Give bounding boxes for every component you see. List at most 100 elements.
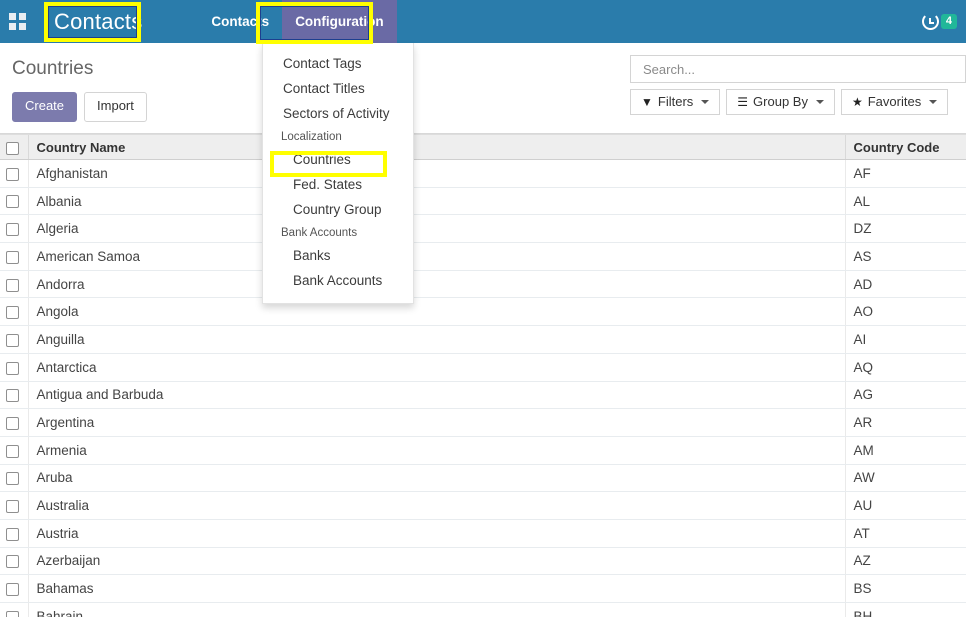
cell-country-name: American Samoa — [27, 242, 845, 271]
search-dropdown-row: ▼ Filters ☰ Group By ★ Favorites — [630, 89, 966, 115]
favorites-label: Favorites — [867, 94, 922, 109]
dropdown-item-country-group[interactable]: Country Group — [263, 197, 413, 222]
table-row[interactable]: Antarctica AQ — [0, 353, 966, 382]
dropdown-item-fed-states[interactable]: Fed. States — [263, 172, 413, 197]
cell-country-name: Afghanistan — [27, 159, 845, 188]
row-checkbox[interactable] — [6, 527, 19, 541]
table-row[interactable]: Afghanistan AF — [0, 159, 966, 188]
table-row[interactable]: Australia AU — [0, 491, 966, 520]
row-checkbox[interactable] — [6, 444, 19, 458]
cell-country-name: Algeria — [27, 214, 845, 244]
dropdown-item-bank-accounts[interactable]: Bank Accounts — [263, 268, 413, 293]
dropdown-item-sectors-of-activity[interactable]: Sectors of Activity — [263, 101, 413, 126]
table-row[interactable]: Algeria DZ — [0, 214, 966, 244]
select-all-checkbox[interactable] — [6, 141, 19, 155]
chevron-down-icon — [929, 99, 938, 104]
column-header-country-code[interactable]: Country Code — [844, 134, 966, 160]
brand-title: Contacts — [54, 8, 143, 34]
row-select-cell — [0, 270, 28, 299]
table-row[interactable]: Bahrain BH — [0, 602, 966, 617]
cell-country-name: Andorra — [27, 270, 845, 299]
table-row[interactable]: Anguilla AI — [0, 325, 966, 354]
row-select-cell — [0, 325, 28, 354]
row-checkbox[interactable] — [6, 472, 19, 486]
row-checkbox[interactable] — [6, 195, 19, 209]
select-all-header — [0, 134, 28, 160]
menu-configuration[interactable]: Configuration — [282, 0, 397, 43]
dropdown-item-contact-titles[interactable]: Contact Titles — [263, 76, 413, 101]
row-select-cell — [0, 187, 28, 216]
row-select-cell — [0, 159, 28, 188]
activities-button[interactable]: 4 — [921, 13, 957, 30]
table-row[interactable]: Argentina AR — [0, 408, 966, 437]
groupby-button[interactable]: ☰ Group By — [726, 89, 835, 115]
row-checkbox[interactable] — [6, 306, 19, 320]
row-select-cell — [0, 297, 28, 327]
row-checkbox[interactable] — [6, 583, 19, 597]
apps-grid-icon[interactable] — [0, 0, 34, 43]
table-row[interactable]: Armenia AM — [0, 436, 966, 465]
row-select-cell — [0, 519, 28, 548]
cell-country-code: AQ — [844, 353, 966, 382]
table-row[interactable]: Austria AT — [0, 519, 966, 548]
row-checkbox[interactable] — [6, 610, 19, 617]
table-row[interactable]: American Samoa AS — [0, 242, 966, 271]
table-header-row: Country Name Country Code — [0, 134, 966, 160]
table-row[interactable]: Antigua and Barbuda AG — [0, 381, 966, 410]
import-button[interactable]: Import — [84, 92, 147, 122]
cell-country-name: Bahrain — [27, 602, 845, 617]
cell-country-name: Antarctica — [27, 353, 845, 382]
search-input[interactable] — [641, 60, 955, 78]
cell-country-code: AT — [844, 519, 966, 548]
table-row[interactable]: Andorra AD — [0, 270, 966, 299]
topbar-right-group: 4 — [921, 0, 966, 43]
row-checkbox[interactable] — [6, 500, 19, 514]
table-row[interactable]: Bahamas BS — [0, 574, 966, 603]
row-select-cell — [0, 491, 28, 520]
countries-table: Country Name Country Code Afghanistan AF A… — [0, 134, 966, 617]
table-row[interactable]: Albania AL — [0, 187, 966, 216]
table-body: Afghanistan AF Albania AL Algeria DZ American … — [0, 159, 966, 617]
cell-country-name: Aruba — [27, 464, 845, 493]
filters-button[interactable]: ▼ Filters — [630, 89, 721, 115]
cell-country-name: Armenia — [27, 436, 845, 465]
row-checkbox[interactable] — [6, 416, 19, 430]
row-select-cell — [0, 602, 28, 617]
row-checkbox[interactable] — [6, 278, 19, 292]
search-box[interactable] — [630, 55, 966, 83]
row-checkbox[interactable] — [6, 167, 19, 181]
table-row[interactable]: Aruba AW — [0, 464, 966, 493]
dropdown-item-banks[interactable]: Banks — [263, 243, 413, 268]
dropdown-item-countries[interactable]: Countries — [263, 147, 413, 172]
table-row[interactable]: Azerbaijan AZ — [0, 547, 966, 576]
cell-country-code: AD — [844, 270, 966, 299]
cell-country-code: AL — [844, 187, 966, 216]
menu-contacts[interactable]: Contacts — [198, 0, 282, 43]
dropdown-section-label: Bank Accounts — [281, 227, 358, 239]
groupby-label: Group By — [753, 94, 808, 109]
cell-country-code: DZ — [844, 214, 966, 244]
row-select-cell — [0, 547, 28, 576]
action-buttons: Create Import — [12, 92, 147, 122]
cell-country-code: AS — [844, 242, 966, 271]
brand-home-link[interactable]: Contacts — [42, 0, 154, 43]
cell-country-name: Australia — [27, 491, 845, 520]
dropdown-item-contact-tags[interactable]: Contact Tags — [263, 51, 413, 76]
configuration-dropdown-menu: Contact Tags Contact Titles Sectors of Act… — [262, 43, 414, 304]
create-button[interactable]: Create — [12, 92, 78, 122]
row-checkbox[interactable] — [6, 555, 19, 569]
row-select-cell — [0, 408, 28, 437]
row-checkbox[interactable] — [6, 250, 19, 264]
chevron-down-icon — [701, 99, 710, 104]
column-header-country-name[interactable]: Country Name — [27, 134, 845, 160]
row-checkbox[interactable] — [6, 389, 19, 403]
page-title: Countries — [12, 58, 94, 79]
activity-count-badge: 4 — [940, 13, 957, 30]
table-row[interactable]: Angola AO — [0, 297, 966, 327]
chevron-down-icon — [815, 99, 824, 104]
row-checkbox[interactable] — [6, 333, 19, 347]
cell-country-name: Austria — [27, 519, 845, 548]
favorites-button[interactable]: ★ Favorites — [840, 89, 949, 115]
row-checkbox[interactable] — [6, 223, 19, 237]
row-checkbox[interactable] — [6, 361, 19, 375]
